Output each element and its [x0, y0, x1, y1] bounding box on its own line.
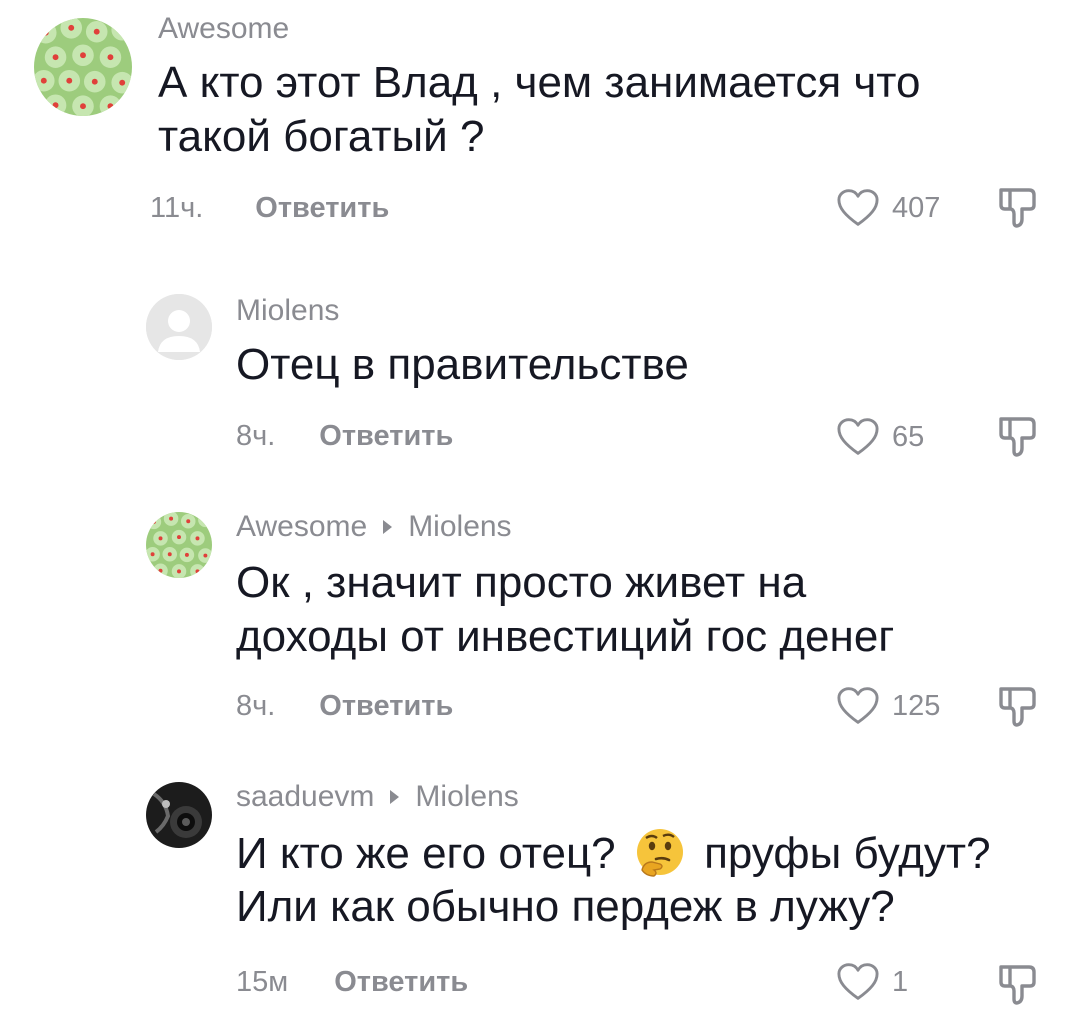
- author-name[interactable]: Awesome: [236, 512, 367, 542]
- heart-outline-icon: [836, 962, 880, 1002]
- dislike-button[interactable]: [996, 414, 1040, 460]
- comment-meta: 8ч. Ответить: [236, 692, 453, 721]
- avatar[interactable]: [146, 294, 212, 360]
- comment-author[interactable]: Awesome Miolens: [236, 512, 512, 542]
- author-name[interactable]: Awesome: [158, 14, 289, 44]
- dislike-button[interactable]: [996, 962, 1040, 1008]
- heart-outline-icon: [836, 417, 880, 457]
- thumbs-down-icon: [996, 962, 1040, 1008]
- comment-text: И кто же его отец? пруфы будут? Или как …: [236, 826, 991, 934]
- reply-button[interactable]: Ответить: [319, 692, 453, 721]
- comment-text-line: Отец в правительстве: [236, 340, 689, 389]
- reply-to-name[interactable]: Miolens: [415, 782, 518, 812]
- comment-text-line: такой богатый ?: [158, 112, 485, 161]
- triangle-right-icon: [390, 790, 400, 804]
- comment-meta: 8ч. Ответить: [236, 422, 453, 451]
- reply-button[interactable]: Ответить: [255, 194, 389, 223]
- like-button[interactable]: 125: [836, 686, 940, 726]
- comment-item: Awesome Miolens Ок , значит просто живет…: [0, 500, 1079, 760]
- reply-button[interactable]: Ответить: [319, 422, 453, 451]
- comment-text-line: И кто же его отец? пруфы будут?: [236, 826, 991, 880]
- heart-outline-icon: [836, 686, 880, 726]
- author-name[interactable]: saaduevm: [236, 782, 374, 812]
- comment-meta: 15м Ответить: [236, 968, 468, 997]
- reply-to-name[interactable]: Miolens: [408, 512, 511, 542]
- comment-time: 15м: [236, 966, 289, 998]
- author-name[interactable]: Miolens: [236, 296, 339, 326]
- triangle-right-icon: [383, 520, 393, 534]
- like-button[interactable]: 1: [836, 962, 908, 1002]
- dislike-button[interactable]: [996, 684, 1040, 730]
- reply-button[interactable]: Ответить: [334, 968, 468, 997]
- comment-item: saaduevm Miolens И кто же его отец? пруф…: [0, 770, 1079, 1012]
- comment-text-part: пруфы будут?: [704, 829, 991, 878]
- avatar[interactable]: [34, 18, 132, 116]
- like-count: 125: [892, 689, 941, 722]
- comment-text: А кто этот Влад , чем занимается что так…: [158, 56, 920, 164]
- heart-outline-icon: [836, 188, 880, 228]
- like-count: 1: [892, 965, 909, 998]
- like-count: 407: [892, 191, 941, 224]
- comment-author[interactable]: saaduevm Miolens: [236, 782, 519, 812]
- avatar[interactable]: [146, 782, 212, 848]
- like-button[interactable]: 407: [836, 188, 940, 228]
- comment-text-line: Или как обычно пердеж в лужу?: [236, 882, 895, 931]
- comment-text: Ок , значит просто живет на доходы от ин…: [236, 556, 894, 664]
- camera-photo-icon: [146, 782, 212, 848]
- comment-item: Awesome А кто этот Влад , чем занимается…: [0, 0, 1079, 260]
- avatar[interactable]: [146, 512, 212, 578]
- thumbs-down-icon: [996, 185, 1040, 231]
- thumbs-down-icon: [996, 684, 1040, 730]
- comment-text: Отец в правительстве: [236, 338, 689, 392]
- comment-text-line: Ок , значит просто живет на: [236, 558, 807, 607]
- like-count: 65: [892, 420, 925, 453]
- dislike-button[interactable]: [996, 185, 1040, 231]
- comment-text-line: А кто этот Влад , чем занимается что: [158, 58, 921, 107]
- comment-meta: 11ч. Ответить: [150, 194, 389, 223]
- comment-author[interactable]: Awesome: [158, 14, 289, 44]
- thumbs-down-icon: [996, 414, 1040, 460]
- comment-time: 11ч.: [150, 192, 204, 224]
- default-user-icon: [146, 294, 212, 360]
- comment-time: 8ч.: [236, 690, 276, 722]
- comment-text-line: доходы от инвестиций гос денег: [236, 612, 895, 661]
- comment-item: Miolens Отец в правительстве 8ч. Ответит…: [0, 280, 1079, 480]
- like-button[interactable]: 65: [836, 417, 924, 457]
- comment-text-part: И кто же его отец?: [236, 829, 616, 878]
- comment-author[interactable]: Miolens: [236, 296, 339, 326]
- comment-time: 8ч.: [236, 420, 276, 452]
- thinking-face-icon: [636, 829, 683, 877]
